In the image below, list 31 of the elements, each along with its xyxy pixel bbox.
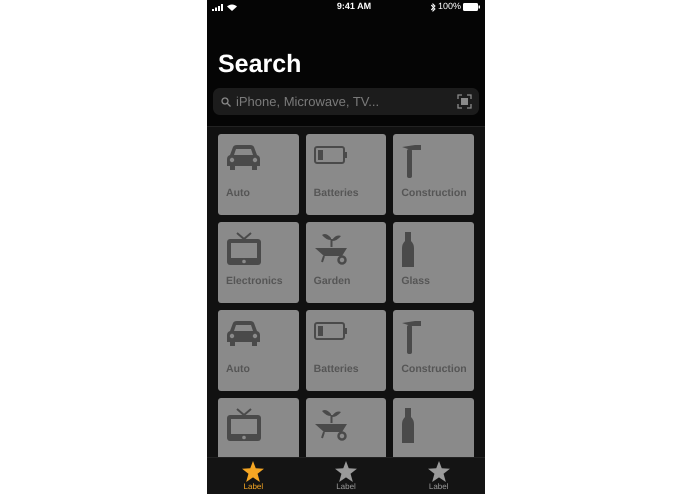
tab-item[interactable]: Label bbox=[207, 458, 300, 494]
search-field[interactable]: iPhone, Microwave, TV... bbox=[213, 88, 479, 115]
wheelbarrow-plant-icon bbox=[314, 408, 348, 442]
battery-percent: 100% bbox=[438, 0, 461, 14]
category-tile[interactable] bbox=[393, 398, 474, 457]
battery-level-icon bbox=[463, 3, 480, 11]
hammer-icon bbox=[401, 320, 424, 355]
wheelbarrow-plant-icon bbox=[314, 232, 348, 266]
category-tile[interactable] bbox=[218, 398, 299, 457]
bottle-icon bbox=[401, 408, 416, 444]
search-icon bbox=[221, 96, 231, 106]
tab-item[interactable]: Label bbox=[300, 458, 392, 494]
wifi-icon bbox=[227, 4, 237, 10]
page-title: Search bbox=[218, 52, 302, 77]
star-icon bbox=[335, 461, 357, 482]
car-icon bbox=[226, 144, 261, 172]
tv-icon bbox=[226, 408, 262, 442]
battery-icon bbox=[314, 144, 348, 166]
star-icon bbox=[242, 461, 264, 482]
hammer-icon bbox=[401, 144, 424, 179]
star-icon bbox=[428, 461, 450, 482]
bottle-icon bbox=[401, 232, 416, 268]
status-time: 9:41 AM bbox=[336, 0, 372, 14]
tab-item[interactable]: Label bbox=[392, 458, 486, 494]
car-icon bbox=[226, 320, 261, 348]
battery-icon bbox=[314, 320, 348, 342]
scan-icon[interactable] bbox=[457, 94, 472, 109]
category-tile[interactable] bbox=[306, 398, 386, 457]
bluetooth-icon bbox=[430, 2, 436, 12]
tv-icon bbox=[226, 232, 262, 266]
signal-icon bbox=[212, 4, 224, 10]
